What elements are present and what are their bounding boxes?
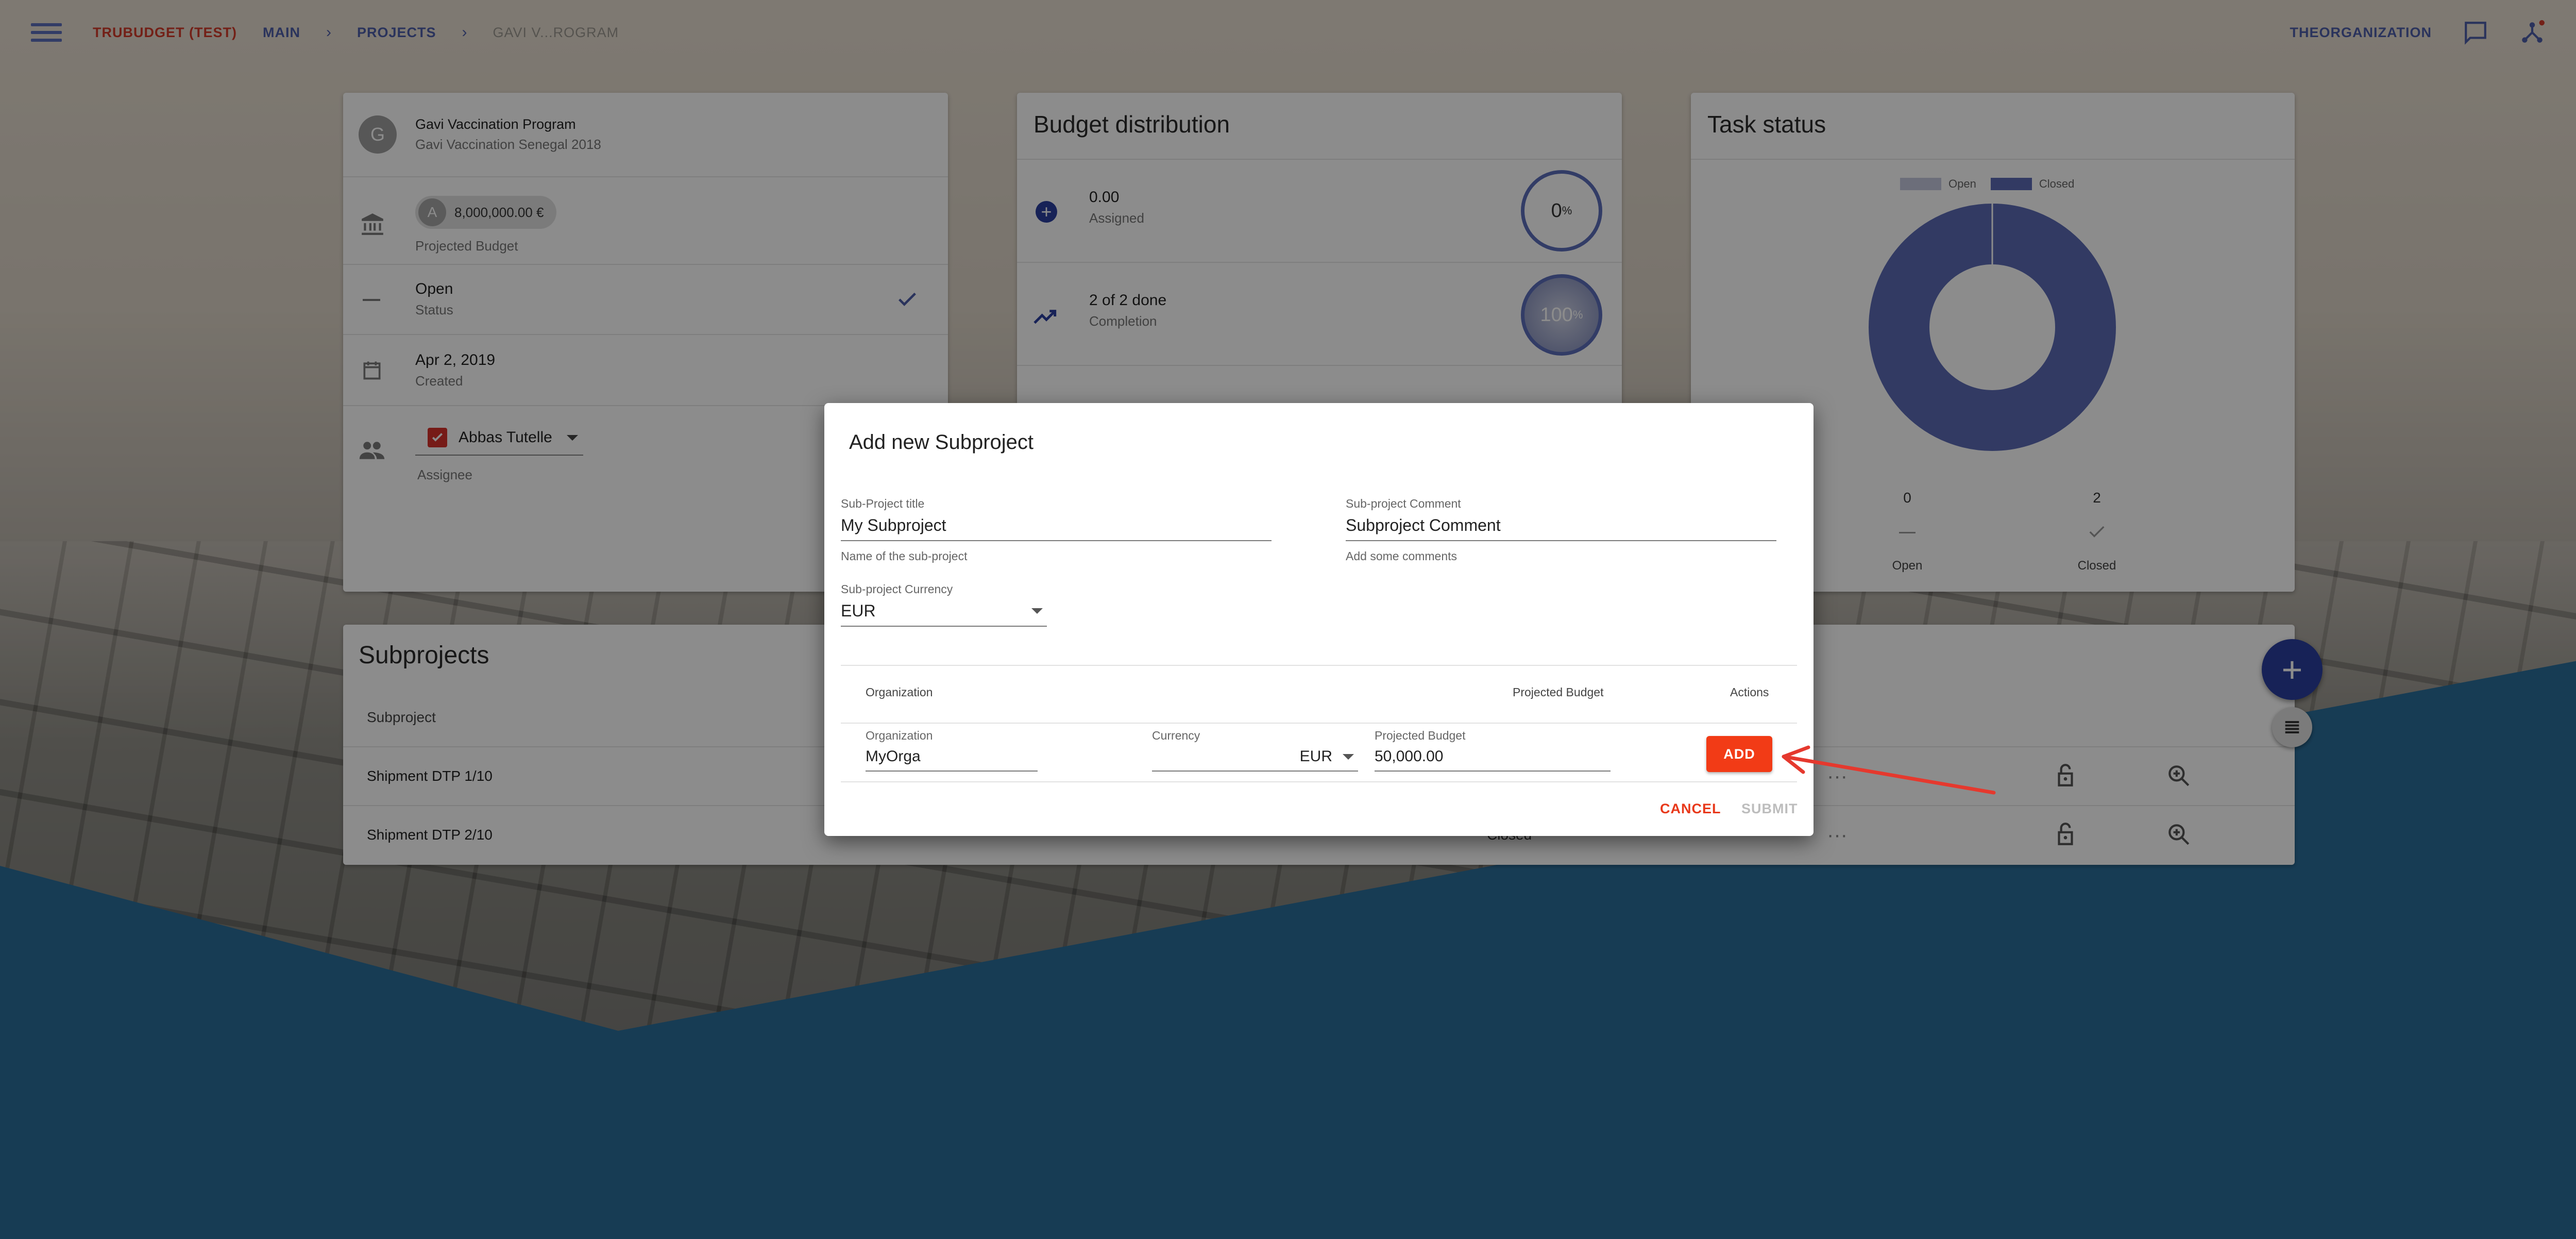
subproject-currency-label: Sub-project Currency [841,582,953,596]
organization-field[interactable]: Organization MyOrga [866,729,1038,772]
subproject-comment-field[interactable]: Sub-project Comment Subproject Comment A… [1346,497,1776,563]
subproject-comment-input[interactable]: Subproject Comment [1346,516,1776,541]
table-header-organization: Organization [866,685,933,699]
subproject-title-input[interactable]: My Subproject [841,516,1272,541]
table-header-projected-budget: Projected Budget [1513,685,1604,699]
cancel-button[interactable]: CANCEL [1660,801,1721,817]
row-currency-field[interactable]: Currency EUR [1152,729,1358,772]
subproject-comment-label: Sub-project Comment [1346,497,1461,510]
organization-label: Organization [866,729,933,742]
dialog-title: Add new Subproject [849,431,1034,454]
projected-budget-field[interactable]: Projected Budget 50,000.00 [1375,729,1611,772]
subproject-currency-select[interactable]: EUR [841,601,1047,627]
subproject-title-help: Name of the sub-project [841,549,968,563]
add-budget-button[interactable]: ADD [1706,736,1772,772]
row-currency-value: EUR [1299,748,1332,765]
organization-input[interactable]: MyOrga [866,748,1038,772]
subproject-comment-help: Add some comments [1346,549,1458,563]
projected-budget-label: Projected Budget [1375,729,1466,742]
subproject-currency-value: EUR [841,601,876,620]
row-currency-select[interactable]: EUR [1152,748,1358,772]
projected-budget-input[interactable]: 50,000.00 [1375,748,1611,772]
annotation-arrow-icon [1782,745,1996,795]
subproject-title-field[interactable]: Sub-Project title My Subproject Name of … [841,497,1272,563]
chevron-down-icon [1031,608,1043,614]
chevron-down-icon [1343,754,1354,760]
add-subproject-dialog: Add new Subproject Sub-Project title My … [824,403,1814,836]
row-currency-label: Currency [1152,729,1200,742]
subproject-title-label: Sub-Project title [841,497,925,510]
table-header-actions: Actions [1730,685,1769,699]
subproject-currency-field[interactable]: Sub-project Currency EUR [841,582,1047,627]
